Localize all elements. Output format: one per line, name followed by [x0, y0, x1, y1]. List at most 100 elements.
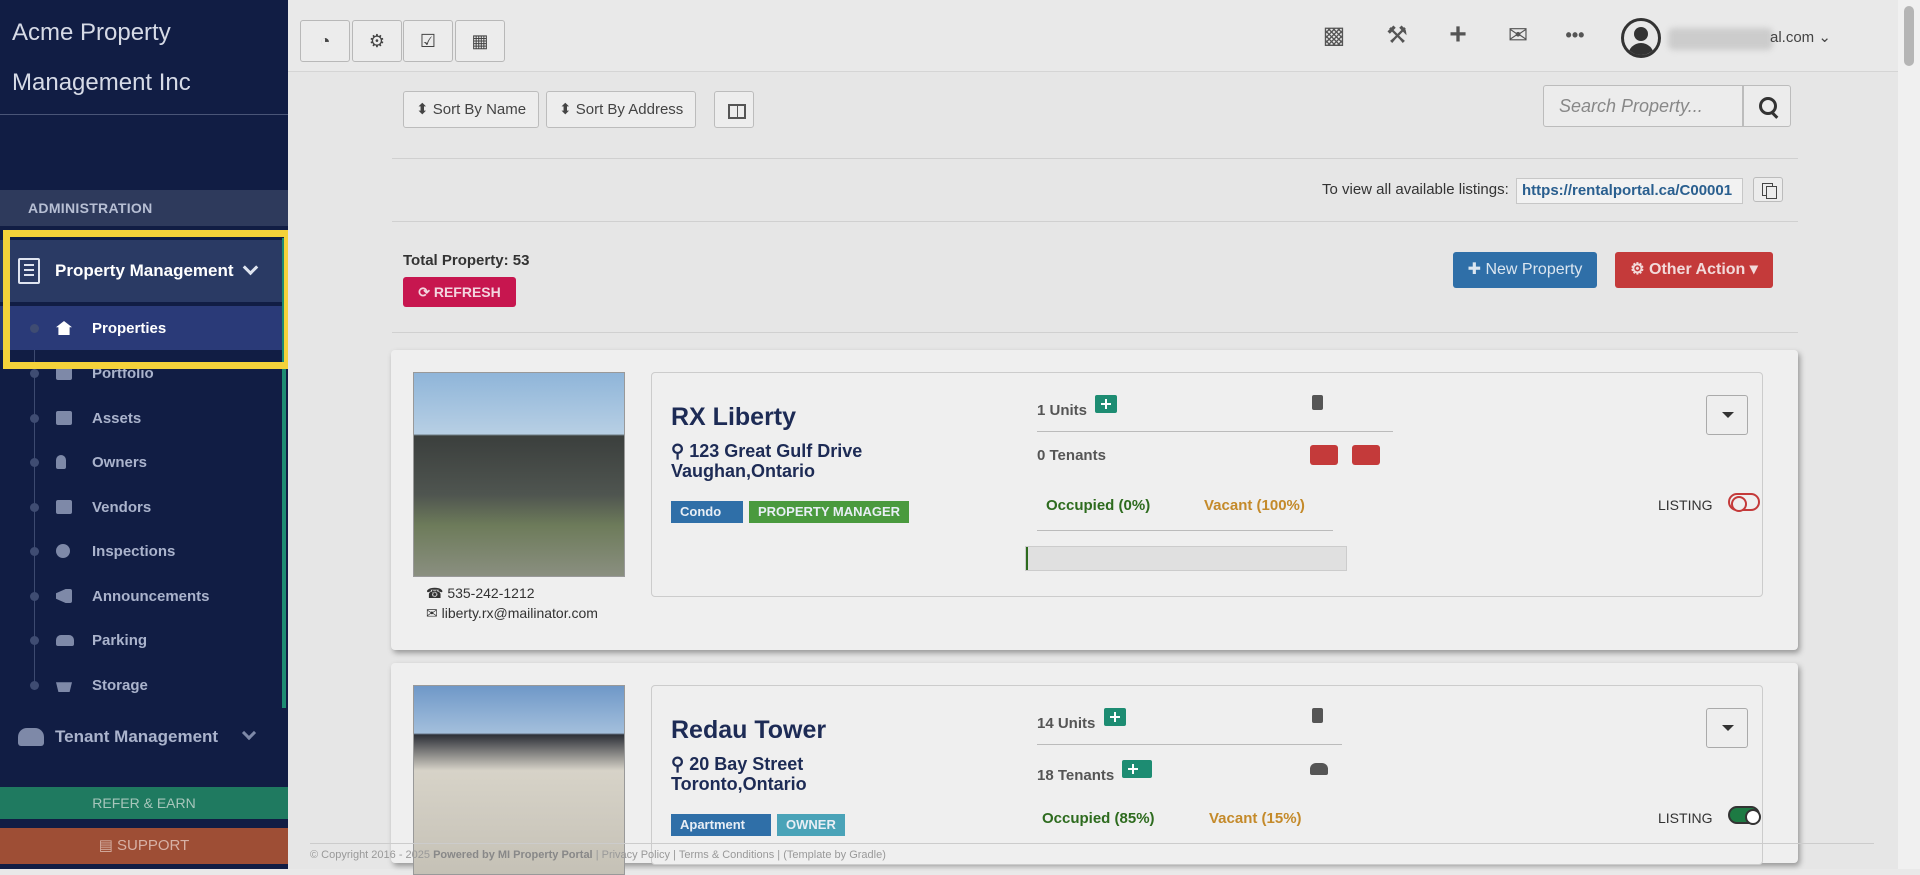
new-property-button[interactable]: ✚ New Property — [1453, 252, 1597, 288]
scrollbar-thumb[interactable] — [1904, 6, 1914, 66]
brand-name: Acme Property Management Inc — [12, 19, 191, 96]
support-button[interactable]: ▤ SUPPORT — [0, 828, 288, 864]
user-menu[interactable]: al.com ⌄ — [1770, 28, 1831, 46]
avatar[interactable] — [1621, 18, 1661, 58]
property-actions-dropdown[interactable] — [1706, 395, 1748, 435]
sidebar-item-announcements[interactable]: Announcements — [0, 574, 282, 618]
divider — [1037, 744, 1342, 745]
occupied-label: Occupied (85%) — [1042, 810, 1155, 827]
tenants-count: 18 Tenants — [1037, 760, 1153, 784]
other-action-button[interactable]: ⚙ Other Action ▾ — [1615, 252, 1773, 288]
listings-label: To view all available listings: — [1322, 181, 1509, 198]
address-line2: Vaughan,Ontario — [671, 461, 816, 481]
property-details: RX Liberty ⚲ 123 Great Gulf Drive Vaughan… — [651, 372, 1763, 597]
divider — [1037, 431, 1393, 432]
role-badge: PROPERTY MANAGER — [749, 501, 910, 523]
copy-icon[interactable] — [1753, 177, 1783, 202]
sort-by-address-button[interactable]: ⬍ Sort By Address — [546, 91, 697, 128]
footer-links[interactable]: | Privacy Policy | Terms & Conditions | — [596, 849, 780, 861]
highlight-box — [3, 230, 291, 369]
sidebar-item-label: Inspections — [92, 542, 176, 560]
sidebar: Acme Property Management Inc ADMINISTRAT… — [0, 0, 288, 869]
property-name[interactable]: Redau Tower — [671, 716, 826, 745]
listing-label: LISTING — [1658, 810, 1713, 826]
type-badge: Condo — [671, 501, 743, 523]
powered-by[interactable]: Powered by MI Property Portal — [433, 849, 593, 861]
type-badge: Apartment — [671, 814, 771, 836]
sidebar-item-storage[interactable]: Storage — [0, 663, 282, 707]
listings-url[interactable]: https://rentalportal.ca/C00001 — [1516, 178, 1743, 204]
support-label: SUPPORT — [117, 837, 190, 854]
divider — [392, 221, 1798, 222]
tenants-text: 18 Tenants — [1037, 767, 1115, 784]
property-actions-dropdown[interactable] — [1706, 708, 1748, 748]
brand-divider — [0, 114, 288, 115]
calendar-check-icon[interactable]: ☑ — [403, 20, 453, 62]
vacant-label: Vacant (100%) — [1204, 497, 1305, 514]
footer: © Copyright 2016 - 2025 Powered by MI Pr… — [310, 843, 1874, 861]
refresh-button[interactable]: ⟳ REFRESH — [403, 277, 516, 307]
property-name[interactable]: RX Liberty — [671, 403, 796, 432]
occupancy-fill — [1026, 547, 1028, 570]
listing-toggle[interactable] — [1728, 493, 1760, 512]
sidebar-item-label: Assets — [92, 409, 142, 427]
listing-label: LISTING — [1658, 497, 1713, 513]
envelope-icon[interactable]: ✉ — [1501, 20, 1535, 50]
dashboard-icon[interactable]: ◔ — [300, 20, 350, 62]
property-photo[interactable] — [413, 372, 625, 577]
user-email: al.com — [1770, 29, 1815, 46]
bullet-dot — [30, 546, 39, 556]
address-line1: 20 Bay Street — [689, 754, 804, 774]
add-tenant-icon[interactable] — [1122, 760, 1153, 778]
bullet-dot — [30, 635, 39, 645]
grid-view-button[interactable] — [714, 91, 754, 128]
more-icon[interactable]: ••• — [1558, 20, 1592, 50]
add-unit-icon[interactable] — [1095, 395, 1118, 413]
archive-icon — [56, 411, 72, 425]
refer-earn-button[interactable]: REFER & EARN — [0, 787, 288, 819]
tenants-count: 0 Tenants — [1037, 447, 1106, 464]
property-email[interactable]: ✉ liberty.rx@mailinator.com — [426, 605, 598, 622]
occupied-label: Occupied (0%) — [1046, 497, 1151, 514]
occupancy-bar — [1025, 546, 1347, 571]
role-badge: OWNER — [777, 814, 845, 836]
sidebar-item-label: Vendors — [92, 498, 152, 516]
email-text: liberty.rx@mailinator.com — [441, 605, 598, 621]
add-unit-icon[interactable] — [1103, 708, 1126, 726]
bar-chart-icon[interactable]: ▩ — [1317, 20, 1351, 50]
divider — [1037, 530, 1333, 531]
gear-icon[interactable]: ⚙ — [352, 20, 402, 62]
sidebar-item-label: Parking — [92, 631, 148, 649]
search-icon[interactable] — [1743, 85, 1791, 127]
user-icon — [56, 455, 66, 469]
users-icon — [1310, 763, 1328, 775]
basket-icon — [56, 682, 72, 692]
sidebar-group-tenant-management[interactable]: Tenant Management — [0, 712, 282, 762]
plus-icon[interactable]: + — [1441, 18, 1475, 51]
sidebar-item-vendors[interactable]: Vendors — [0, 485, 282, 529]
property-details: Redau Tower ⚲ 20 Bay Street Toronto,Ontar… — [651, 685, 1763, 865]
search-plus-icon — [56, 544, 70, 558]
sort-by-name-button[interactable]: ⬍ Sort By Name — [403, 91, 540, 128]
vacant-label: Vacant (15%) — [1209, 810, 1302, 827]
scrollbar[interactable] — [1898, 0, 1920, 869]
calculator-icon[interactable]: ▦ — [455, 20, 505, 62]
sidebar-item-assets[interactable]: Assets — [0, 396, 282, 440]
search-input[interactable]: Search Property... — [1543, 85, 1743, 127]
listing-toggle[interactable] — [1728, 806, 1761, 825]
chevron-down-icon — [241, 725, 257, 741]
sidebar-item-inspections[interactable]: Inspections — [0, 529, 282, 573]
address-line2: Toronto,Ontario — [671, 774, 807, 794]
divider — [392, 332, 1798, 333]
wrench-icon[interactable]: ⚒ — [1380, 20, 1414, 50]
add-tenant-icon[interactable] — [1352, 445, 1380, 465]
users-icon — [18, 728, 44, 746]
cloud-upload-icon[interactable] — [1310, 445, 1338, 465]
sidebar-item-owners[interactable]: Owners — [0, 440, 282, 484]
sidebar-item-parking[interactable]: Parking — [0, 618, 282, 662]
property-card: ☎ 535-242-1212 ✉ liberty.rx@mailinator.c… — [391, 350, 1798, 650]
property-card: Redau Tower ⚲ 20 Bay Street Toronto,Ontar… — [391, 663, 1798, 875]
property-address: ⚲ 123 Great Gulf Drive Vaughan,Ontario — [671, 441, 863, 481]
car-icon — [56, 634, 74, 646]
sidebar-group-label: Tenant Management — [55, 727, 219, 746]
